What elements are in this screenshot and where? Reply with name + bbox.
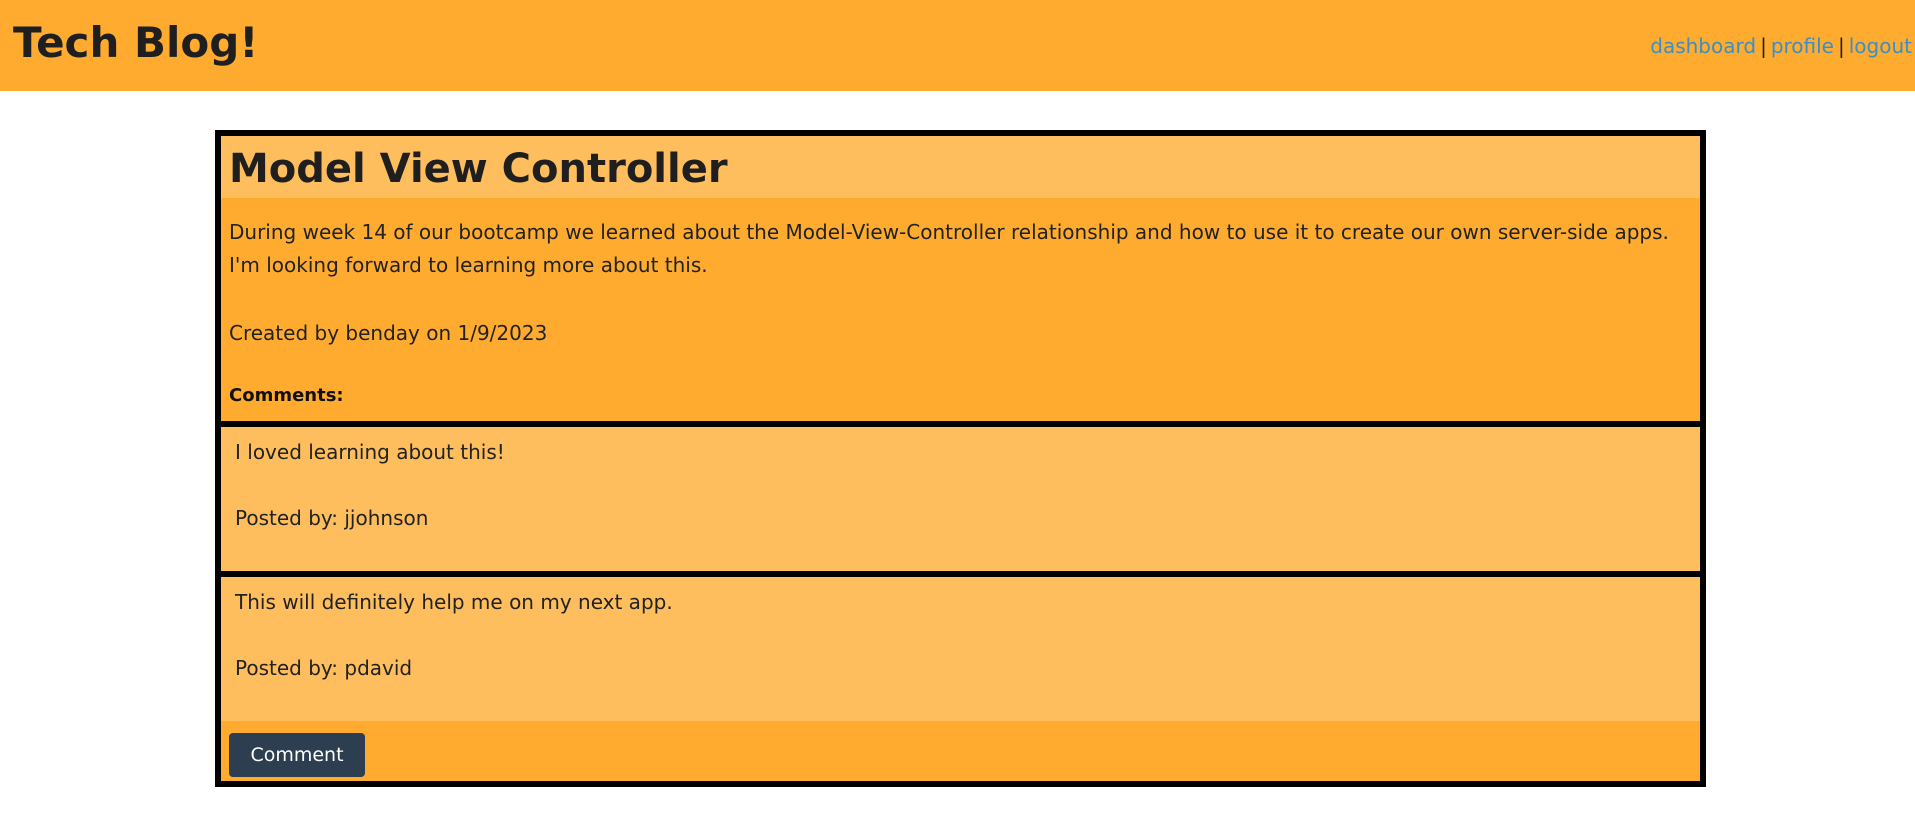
nav-logout-link[interactable]: logout — [1849, 34, 1912, 58]
site-title: Tech Blog! — [13, 18, 259, 67]
comment-author: Posted by: pdavid — [235, 656, 413, 680]
comment-item: I loved learning about this! Posted by: … — [221, 421, 1700, 571]
nav-dashboard-link[interactable]: dashboard — [1650, 34, 1756, 58]
nav-links: dashboard | profile | logout — [1650, 33, 1912, 59]
post-title: Model View Controller — [229, 146, 728, 192]
comment-button[interactable]: Comment — [229, 733, 365, 777]
comment-item: This will definitely help me on my next … — [221, 571, 1700, 721]
post-header: Model View Controller — [221, 136, 1700, 198]
comments-label: Comments: — [229, 385, 344, 406]
nav-separator: | — [1838, 34, 1845, 58]
nav-profile-link[interactable]: profile — [1771, 34, 1834, 58]
post-content-text: During week 14 of our bootcamp we learne… — [229, 220, 1669, 277]
comment-text: I loved learning about this! — [235, 440, 505, 464]
site-header: Tech Blog! dashboard | profile | logout — [0, 0, 1915, 91]
post-content: During week 14 of our bootcamp we learne… — [229, 216, 1689, 282]
comment-author: Posted by: jjohnson — [235, 506, 429, 530]
post-meta: Created by benday on 1/9/2023 — [229, 321, 548, 345]
comment-text: This will definitely help me on my next … — [235, 590, 673, 614]
post-card: Model View Controller During week 14 of … — [215, 130, 1706, 787]
nav-separator: | — [1760, 34, 1767, 58]
